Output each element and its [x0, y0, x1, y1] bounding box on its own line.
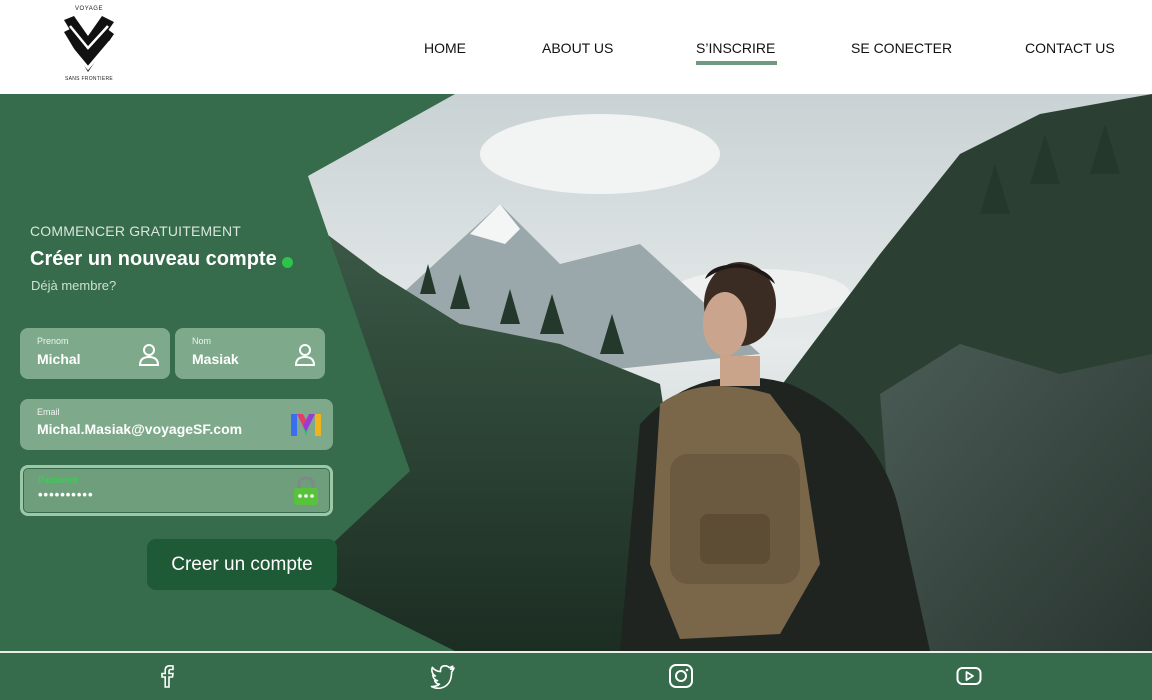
- form-eyebrow: COMMENCER GRATUITEMENT: [30, 223, 242, 239]
- logo-emblem-icon: [64, 16, 114, 72]
- nav-sinscrire[interactable]: S’INSCRIRE: [696, 40, 778, 65]
- password-field[interactable]: Password ••••••••••: [20, 465, 333, 516]
- site-header: VOYAGE SANS FRONTIERE HOME ABOUT US S’IN…: [0, 0, 1152, 94]
- hero-section: COMMENCER GRATUITEMENT Créer un nouveau …: [0, 94, 1152, 651]
- status-dot: [282, 257, 293, 268]
- nav-about-us[interactable]: ABOUT US: [542, 40, 613, 56]
- youtube-icon[interactable]: [956, 663, 982, 689]
- password-label: Password: [38, 475, 78, 485]
- logo-top-text: VOYAGE: [75, 6, 103, 12]
- nav-home[interactable]: HOME: [424, 40, 466, 56]
- user-icon: [138, 344, 160, 366]
- instagram-icon[interactable]: [668, 663, 694, 689]
- twitter-icon[interactable]: [430, 663, 456, 689]
- facebook-icon[interactable]: [154, 663, 180, 689]
- last-name-label: Nom: [192, 336, 212, 346]
- site-footer: [0, 651, 1152, 700]
- last-name-field[interactable]: Nom Masiak: [175, 328, 325, 379]
- email-label: Email: [37, 407, 60, 417]
- email-field[interactable]: Email Michal.Masiak@voyageSF.com: [20, 399, 333, 450]
- nav-contact-us[interactable]: CONTACT US: [1025, 40, 1115, 56]
- password-value[interactable]: ••••••••••: [38, 487, 94, 502]
- first-name-field[interactable]: Prenom Michal: [20, 328, 170, 379]
- lock-icon: [294, 476, 318, 505]
- email-value[interactable]: Michal.Masiak@voyageSF.com: [37, 421, 242, 437]
- user-icon: [294, 344, 316, 366]
- last-name-value[interactable]: Masiak: [192, 351, 239, 367]
- already-member-link[interactable]: Déjà membre?: [31, 278, 116, 293]
- logo[interactable]: VOYAGE SANS FRONTIERE: [56, 6, 122, 84]
- logo-bottom-text: SANS FRONTIERE: [64, 76, 114, 82]
- mail-app-icon: [291, 414, 321, 436]
- first-name-value[interactable]: Michal: [37, 351, 81, 367]
- create-account-button[interactable]: Creer un compte: [147, 539, 337, 590]
- form-title: Créer un nouveau compte: [30, 248, 277, 270]
- nav-se-connecter[interactable]: SE CONECTER: [851, 40, 952, 56]
- first-name-label: Prenom: [37, 336, 69, 346]
